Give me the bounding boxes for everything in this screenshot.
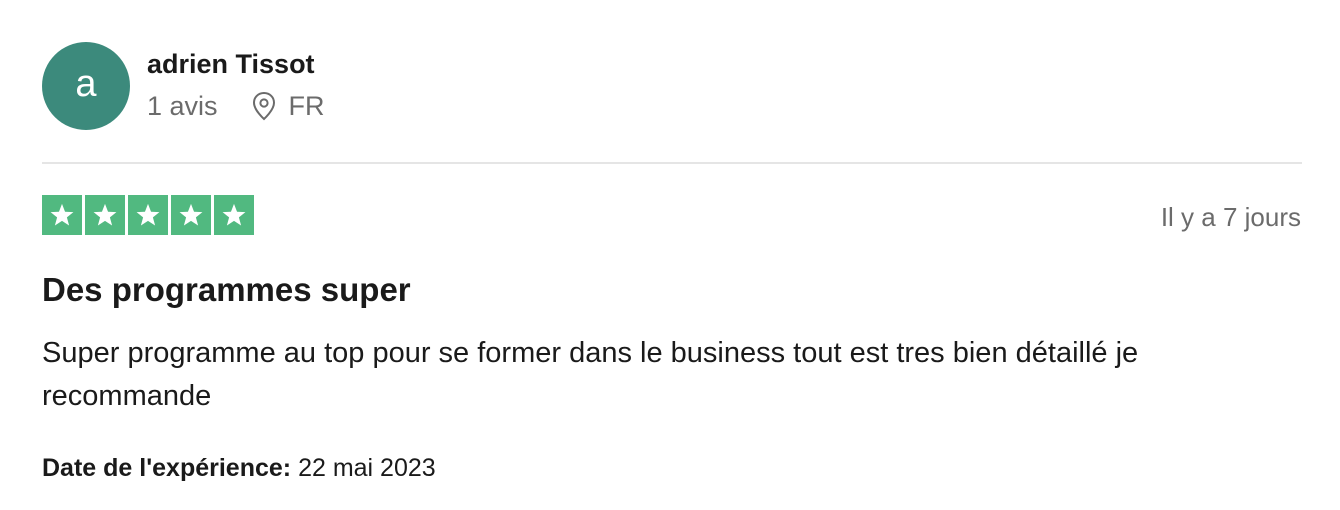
reviews-count: 1 avis xyxy=(147,91,218,121)
review-date: Il y a 7 jours xyxy=(1160,202,1301,232)
avatar-initial: a xyxy=(75,63,97,105)
experience-date-value: 22 mai 2023 xyxy=(298,454,436,482)
reviewer-info: adrien Tissot 1 avis FR xyxy=(147,49,325,121)
reviewer-name[interactable]: adrien Tissot xyxy=(147,49,325,79)
country-code: FR xyxy=(288,91,325,121)
review-title[interactable]: Des programmes super xyxy=(42,270,411,310)
divider xyxy=(42,162,1302,164)
star-rating xyxy=(42,195,254,235)
experience-date-label: Date de l'expérience: xyxy=(42,454,292,482)
avatar[interactable]: a xyxy=(42,42,130,130)
star-icon xyxy=(85,195,125,235)
star-icon xyxy=(42,195,82,235)
reviewer-header: a adrien Tissot 1 avis FR xyxy=(42,42,325,130)
star-icon xyxy=(214,195,254,235)
review-card: a adrien Tissot 1 avis FR Il y a 7 jours… xyxy=(0,0,1340,510)
star-icon xyxy=(128,195,168,235)
reviewer-location: FR xyxy=(251,91,325,121)
reviewer-meta: 1 avis FR xyxy=(147,91,325,121)
map-pin-icon xyxy=(251,91,277,121)
review-body: Super programme au top pour se former da… xyxy=(42,337,1139,412)
star-icon xyxy=(171,195,211,235)
experience-date: Date de l'expérience: 22 mai 2023 xyxy=(42,453,436,483)
